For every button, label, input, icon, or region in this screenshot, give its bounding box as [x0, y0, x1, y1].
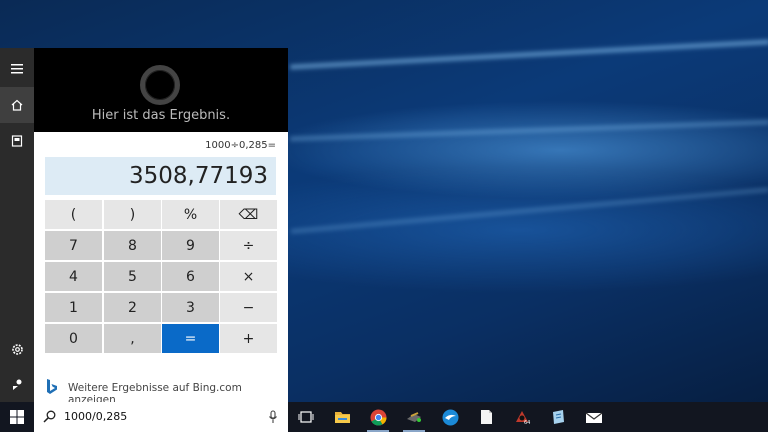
cortana-message: Hier ist das Ergebnis.: [91, 108, 231, 123]
digit-5-key[interactable]: 5: [104, 262, 161, 291]
app-icon[interactable]: [397, 402, 431, 432]
digit-9-key[interactable]: 9: [162, 231, 219, 260]
bing-logo-icon: [47, 379, 57, 394]
home-icon[interactable]: [0, 87, 34, 123]
backspace-key[interactable]: ⌫: [220, 200, 277, 229]
wallpaper-beam: [290, 187, 768, 234]
document-icon[interactable]: [469, 402, 503, 432]
close-paren-key[interactable]: ): [104, 200, 161, 229]
task-view-icon[interactable]: [289, 402, 323, 432]
wallpaper-beam: [290, 39, 768, 70]
chrome-icon[interactable]: [361, 402, 395, 432]
windows-logo-icon: [10, 410, 24, 424]
digit-0-key[interactable]: 0: [45, 324, 102, 353]
digit-2-key[interactable]: 2: [104, 293, 161, 322]
cortana-ring-icon: [140, 65, 180, 105]
taskbar-search-box[interactable]: 1000/0,285: [34, 402, 288, 432]
calculator-result: 3508,77193: [45, 157, 276, 195]
feedback-icon[interactable]: [0, 366, 34, 402]
wallpaper-beam: [290, 119, 768, 142]
start-button[interactable]: [0, 402, 34, 432]
digit-3-key[interactable]: 3: [162, 293, 219, 322]
digit-1-key[interactable]: 1: [45, 293, 102, 322]
search-input[interactable]: 1000/0,285: [64, 410, 127, 423]
mail-icon[interactable]: [577, 402, 611, 432]
digit-7-key[interactable]: 7: [45, 231, 102, 260]
notebook-icon[interactable]: [0, 123, 34, 159]
decimal-key[interactable]: ,: [104, 324, 161, 353]
cortana-header: Hier ist das Ergebnis.: [34, 48, 288, 132]
file-explorer-icon[interactable]: [325, 402, 359, 432]
calculator-expression: 1000÷0,285=: [205, 140, 276, 151]
divide-key[interactable]: ÷: [220, 231, 277, 260]
cortana-panel: Hier ist das Ergebnis. 1000÷0,285= 3508,…: [34, 48, 288, 406]
game-icon[interactable]: 64: [505, 402, 539, 432]
multiply-key[interactable]: ×: [220, 262, 277, 291]
digit-8-key[interactable]: 8: [104, 231, 161, 260]
search-icon: [43, 410, 56, 423]
hamburger-menu-icon[interactable]: [0, 51, 34, 87]
bing-link[interactable]: Weitere Ergebnisse auf Bing.com anzeigen: [34, 370, 288, 406]
edge-bird-icon[interactable]: [433, 402, 467, 432]
percent-key[interactable]: %: [162, 200, 219, 229]
open-paren-key[interactable]: (: [45, 200, 102, 229]
svg-text:64: 64: [524, 420, 530, 425]
microphone-icon[interactable]: [268, 410, 278, 424]
subtract-key[interactable]: −: [220, 293, 277, 322]
add-key[interactable]: +: [220, 324, 277, 353]
equals-key[interactable]: =: [162, 324, 219, 353]
digit-6-key[interactable]: 6: [162, 262, 219, 291]
settings-icon[interactable]: [0, 331, 34, 367]
notepad-icon[interactable]: [541, 402, 575, 432]
cortana-side-rail: [0, 48, 34, 402]
digit-4-key[interactable]: 4: [45, 262, 102, 291]
calculator-card: 1000÷0,285= 3508,77193 ()% ⌫ 7 8 9 ÷ 4 5 6 × 1 2 3− 0…: [34, 132, 288, 370]
taskbar: 1000/0,285 64: [0, 402, 768, 432]
